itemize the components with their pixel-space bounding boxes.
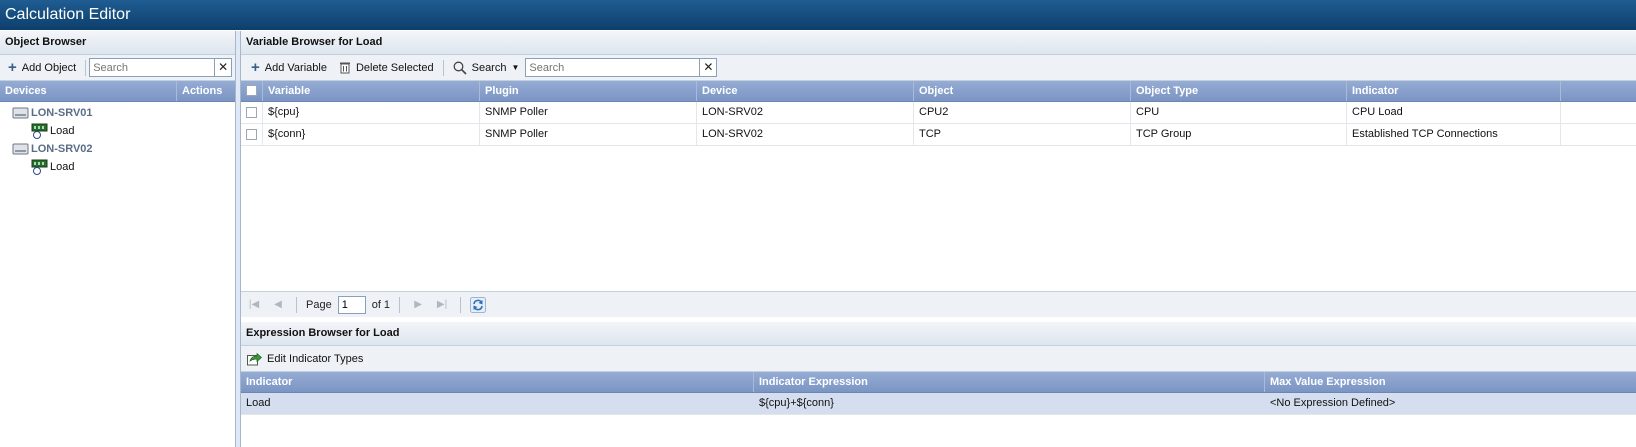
col-plugin[interactable]: Plugin [480, 81, 697, 101]
cell-indicator-expression: ${cpu}+${conn} [754, 393, 1265, 414]
page-label: Page [306, 298, 332, 311]
select-all-checkbox[interactable] [246, 85, 257, 96]
cell-variable: ${conn} [263, 124, 480, 145]
clear-search-icon[interactable]: ✕ [214, 59, 231, 76]
clear-search-icon[interactable]: ✕ [699, 59, 716, 76]
edit-indicator-types-button[interactable]: Edit Indicator Types [245, 348, 369, 370]
app-title-bar: Calculation Editor [0, 0, 1636, 30]
trash-icon [339, 62, 350, 74]
variable-search-box: ✕ [525, 58, 718, 77]
plus-icon: + [8, 59, 17, 76]
add-variable-button[interactable]: + Add Variable [245, 57, 333, 79]
add-variable-label: Add Variable [264, 61, 327, 74]
tree-device-lon-srv01[interactable]: LON-SRV01 [0, 104, 235, 122]
cell-object: CPU2 [914, 102, 1131, 123]
tree-device-label: LON-SRV02 [31, 143, 93, 155]
row-checkbox-cell[interactable] [241, 124, 263, 145]
search-icon [453, 61, 467, 75]
variable-browser-toolbar: + Add Variable Delete Selected Search ▼ … [241, 55, 1636, 81]
col-max-value-expression[interactable]: Max Value Expression [1265, 372, 1636, 392]
prev-page-icon[interactable]: ◀ [269, 296, 287, 314]
last-page-icon[interactable]: ▶| [433, 296, 451, 314]
col-variable[interactable]: Variable [263, 81, 480, 101]
table-row[interactable]: ${cpu} SNMP Poller LON-SRV02 CPU2 CPU CP… [241, 102, 1636, 124]
plugin-load-icon [31, 159, 48, 175]
page-of-label: of 1 [371, 298, 391, 311]
table-row[interactable]: Load ${cpu}+${conn} <No Expression Defin… [241, 393, 1636, 415]
col-object[interactable]: Object [914, 81, 1131, 101]
first-page-icon[interactable]: |◀ [245, 296, 263, 314]
row-checkbox[interactable] [246, 129, 257, 140]
col-device[interactable]: Device [697, 81, 914, 101]
object-search-input[interactable] [90, 59, 215, 76]
col-filler [1561, 81, 1636, 101]
cell-object: TCP [914, 124, 1131, 145]
toolbar-separator [460, 296, 462, 313]
pagination-toolbar: |◀ ◀ Page of 1 ▶ ▶| [241, 291, 1636, 317]
server-icon [12, 107, 29, 119]
variable-browser-title: Variable Browser for Load [241, 31, 1636, 55]
row-checkbox-cell[interactable] [241, 102, 263, 123]
object-tree-header: Devices Actions [0, 81, 235, 102]
tree-plugin-label: Load [50, 161, 75, 173]
toolbar-separator [296, 296, 297, 313]
object-browser-title: Object Browser [0, 31, 235, 55]
cell-indicator: Established TCP Connections [1347, 124, 1561, 145]
tree-device-lon-srv02[interactable]: LON-SRV02 [0, 140, 235, 158]
tree-plugin-load[interactable]: Load [0, 122, 235, 140]
tree-plugin-label: Load [50, 125, 75, 137]
col-indicator[interactable]: Indicator [1347, 81, 1561, 101]
col-indicator[interactable]: Indicator [241, 372, 754, 392]
col-object-type[interactable]: Object Type [1131, 81, 1347, 101]
cell-device: LON-SRV02 [697, 102, 914, 123]
cell-indicator: Load [241, 393, 754, 414]
cell-object-type: CPU [1131, 102, 1347, 123]
cell-plugin: SNMP Poller [480, 102, 697, 123]
edit-arrow-icon [247, 352, 262, 365]
expression-browser-toolbar: Edit Indicator Types [241, 346, 1636, 372]
row-checkbox[interactable] [246, 107, 257, 118]
object-search-box: ✕ [89, 58, 233, 77]
cell-max-value-expression: <No Expression Defined> [1270, 397, 1396, 409]
plus-icon: + [251, 59, 260, 76]
table-row[interactable]: ${conn} SNMP Poller LON-SRV02 TCP TCP Gr… [241, 124, 1636, 146]
expression-browser-title: Expression Browser for Load [241, 322, 1636, 346]
add-object-label: Add Object [21, 61, 77, 74]
toolbar-separator [85, 59, 87, 76]
select-all-checkbox-cell[interactable] [241, 81, 263, 101]
tree-device-label: LON-SRV01 [31, 107, 93, 119]
search-menu-label: Search [471, 61, 507, 74]
object-browser-toolbar: + Add Object ✕ [0, 55, 235, 81]
object-tree: LON-SRV01 Load LON-SRV02 Load [0, 102, 235, 176]
next-page-icon[interactable]: ▶ [409, 296, 427, 314]
col-devices[interactable]: Devices [0, 81, 177, 101]
toolbar-separator [442, 59, 444, 76]
cell-indicator: CPU Load [1347, 102, 1561, 123]
cell-device: LON-SRV02 [697, 124, 914, 145]
page-number-input[interactable] [337, 295, 366, 314]
refresh-icon[interactable] [470, 296, 487, 313]
chevron-down-icon: ▼ [511, 63, 520, 72]
tree-plugin-load[interactable]: Load [0, 158, 235, 176]
cell-variable: ${cpu} [263, 102, 480, 123]
object-browser-panel: Object Browser + Add Object ✕ Devices Ac… [0, 31, 236, 447]
expression-grid-header: Indicator Indicator Expression Max Value… [241, 372, 1636, 393]
server-icon [12, 143, 29, 155]
cell-object-type: TCP Group [1131, 124, 1347, 145]
search-menu-button[interactable]: Search ▼ [447, 57, 526, 79]
variable-grid-header: Variable Plugin Device Object Object Typ… [241, 81, 1636, 102]
variable-search-input[interactable] [526, 59, 700, 76]
delete-selected-label: Delete Selected [355, 61, 434, 74]
col-indicator-expression[interactable]: Indicator Expression [754, 372, 1265, 392]
app-title: Calculation Editor [5, 6, 131, 23]
cell-plugin: SNMP Poller [480, 124, 697, 145]
delete-selected-button[interactable]: Delete Selected [333, 57, 440, 79]
add-object-button[interactable]: + Add Object [2, 57, 82, 79]
plugin-load-icon [31, 123, 48, 139]
edit-indicator-types-label: Edit Indicator Types [267, 352, 364, 365]
toolbar-separator [399, 296, 401, 313]
variable-browser-panel: Variable Browser for Load + Add Variable… [241, 31, 1636, 447]
col-actions[interactable]: Actions [177, 81, 235, 101]
expression-browser-panel: Expression Browser for Load Edit Indicat… [241, 322, 1636, 447]
